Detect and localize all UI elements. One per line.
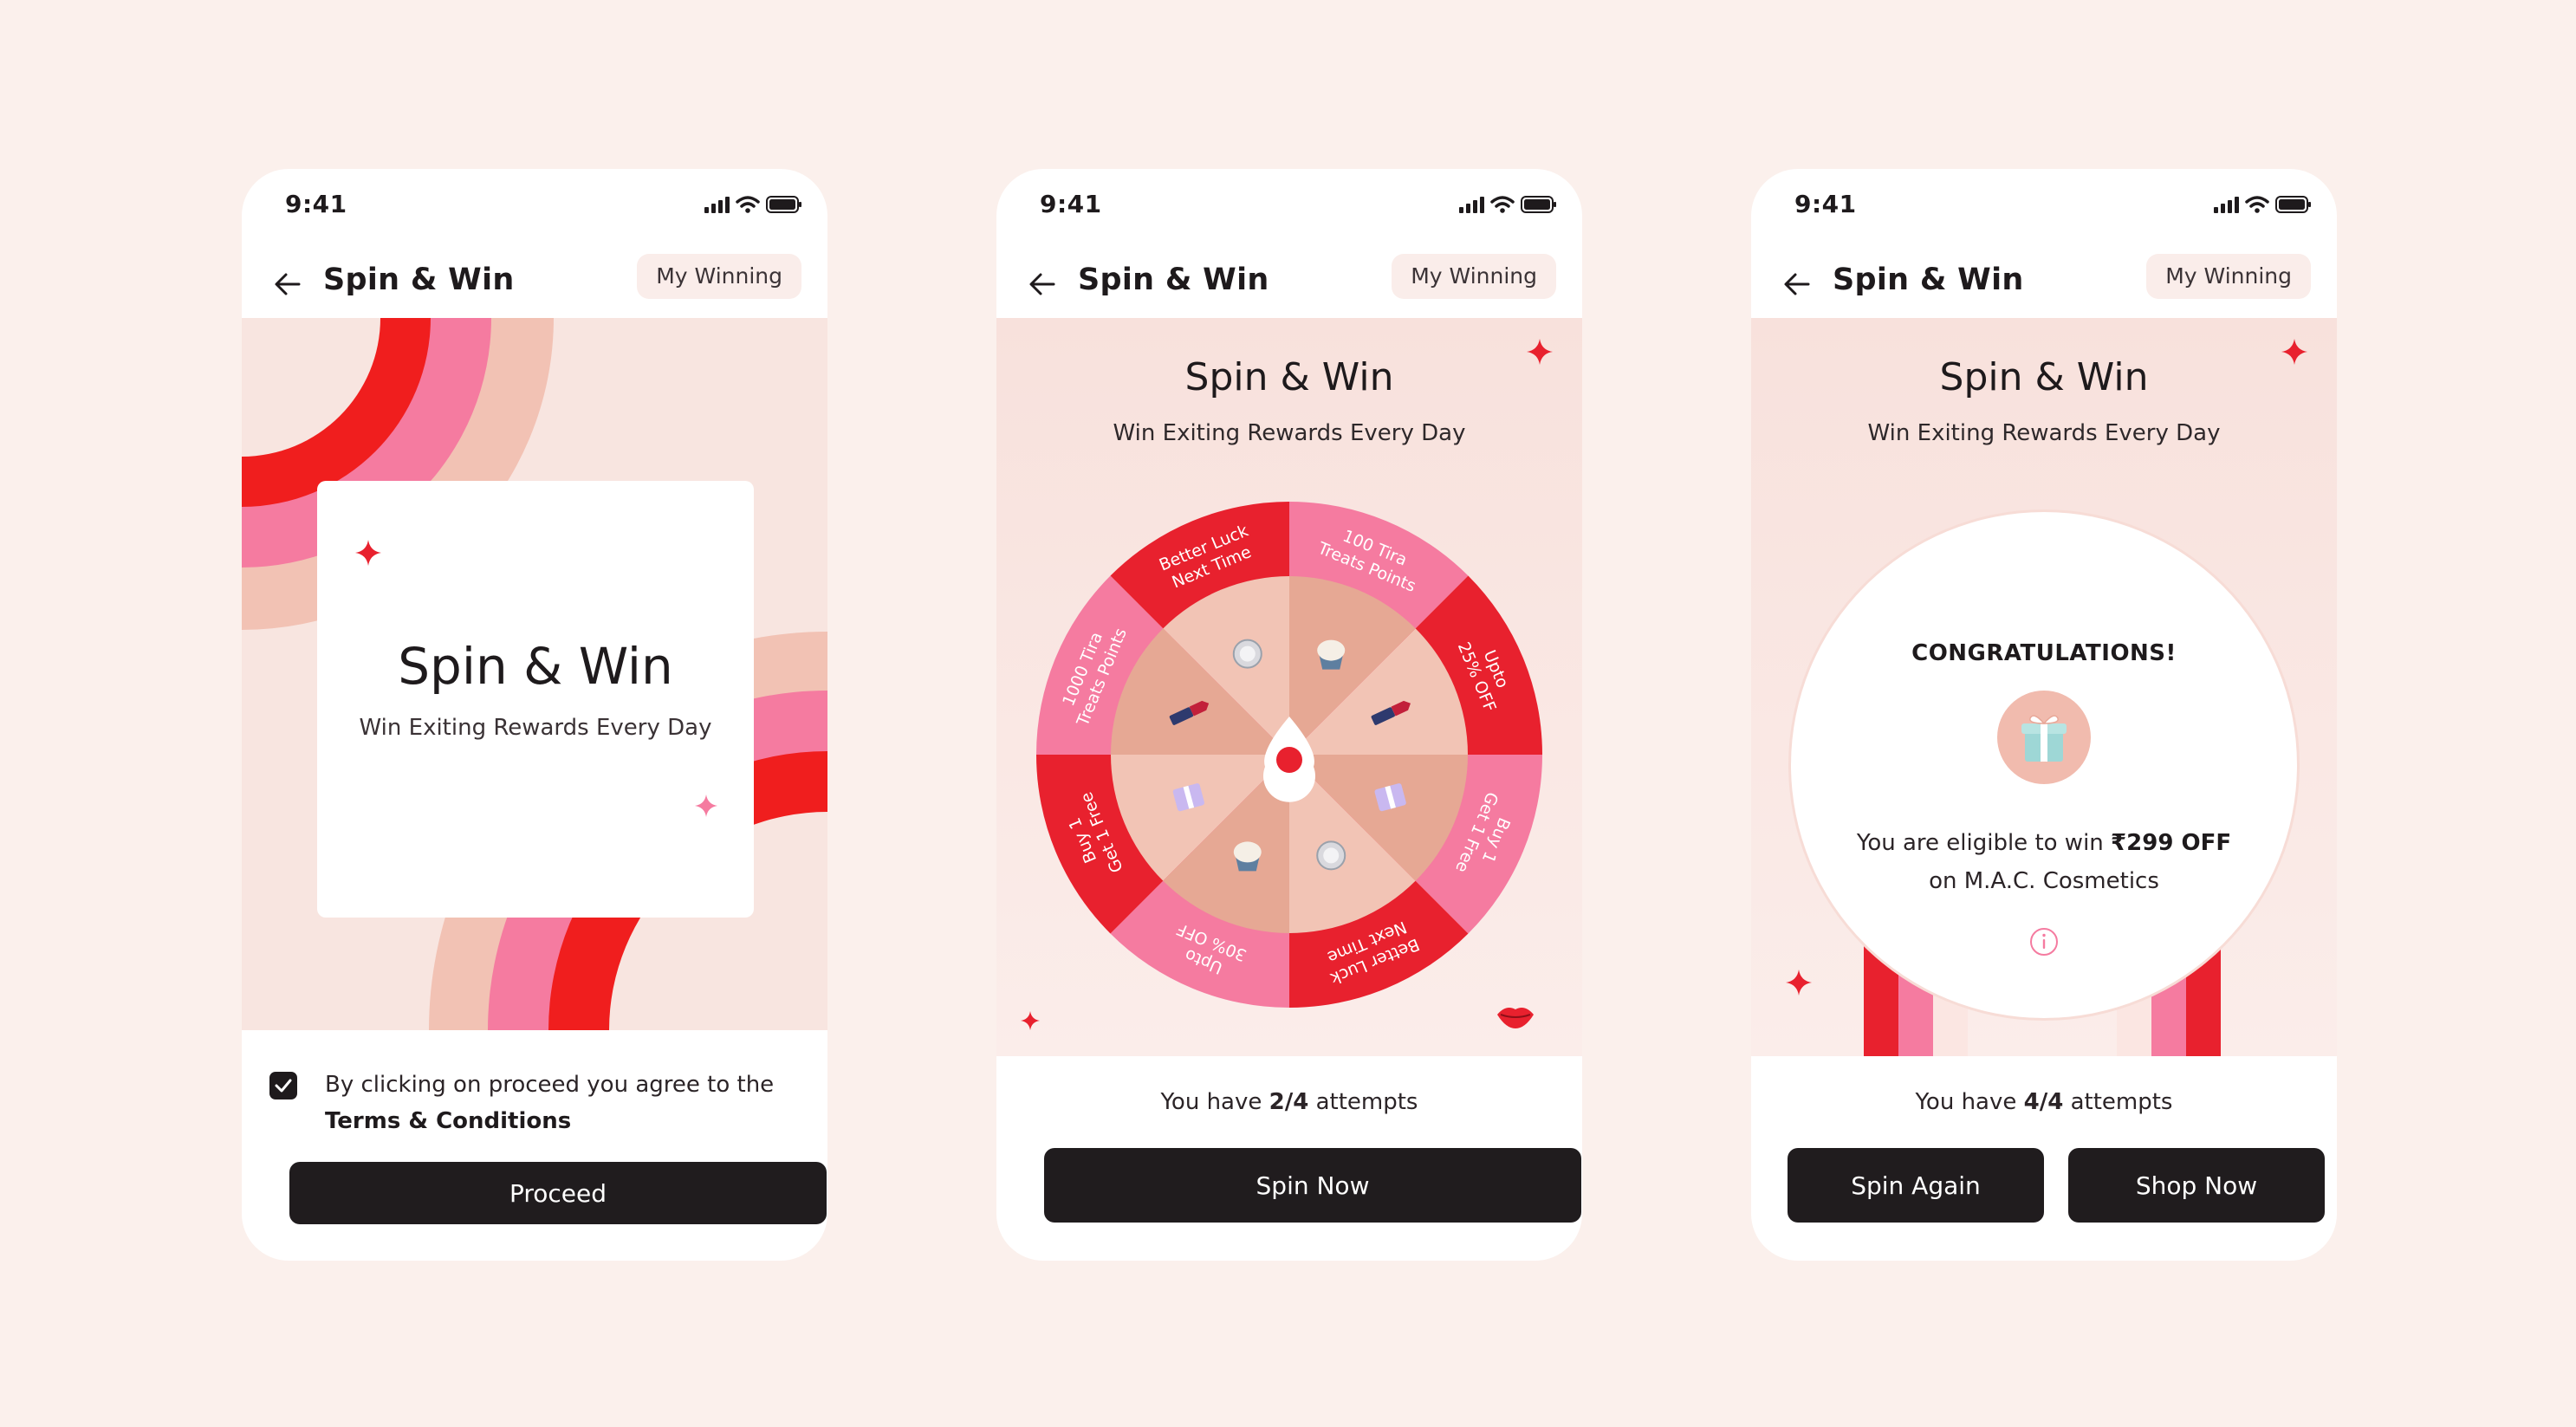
congratulations-card: CONGRATULATIONS! You are eligible to win… — [1791, 512, 2297, 1018]
eligible-text: You are eligible to win — [1856, 830, 2112, 856]
hero-subtitle: Win Exiting Rewards Every Day — [1113, 420, 1466, 446]
attempts-text: You have 2/4 attempts — [996, 1089, 1582, 1115]
terms-text: By clicking on proceed you agree to the … — [325, 1067, 810, 1139]
status-icons — [2214, 195, 2311, 217]
gift-badge — [1997, 691, 2091, 784]
compact-icon — [1232, 639, 1262, 669]
hero-title: Spin & Win — [1939, 355, 2149, 399]
my-winning-button[interactable]: My Winning — [1392, 254, 1556, 299]
intro-banner: Spin & Win Win Exiting Rewards Every Day — [242, 318, 827, 1030]
sparkle-icon — [1527, 339, 1553, 365]
sparkle-icon — [1021, 1011, 1040, 1030]
my-winning-button[interactable]: My Winning — [637, 254, 801, 299]
attempts-prefix: You have — [1160, 1089, 1269, 1115]
attempts-count: 4/4 — [2023, 1089, 2064, 1115]
hero-title: Spin & Win — [1184, 355, 1394, 399]
app-title: Spin & Win — [1833, 263, 2024, 297]
proceed-button[interactable]: Proceed — [289, 1162, 827, 1224]
spin-now-button[interactable]: Spin Now — [1044, 1148, 1581, 1223]
intro-card: Spin & Win Win Exiting Rewards Every Day — [317, 481, 754, 918]
app-bar: Spin & Win My Winning — [1751, 252, 2337, 316]
status-bar: 9:41 — [1751, 169, 2337, 238]
wheel-center-dot — [1276, 747, 1302, 773]
terms-checkbox[interactable] — [269, 1072, 297, 1099]
status-bar: 9:41 — [242, 169, 827, 238]
terms-conditions-link[interactable]: Terms & Conditions — [325, 1108, 571, 1134]
status-time: 9:41 — [285, 190, 347, 218]
back-arrow-icon[interactable] — [271, 268, 304, 301]
gift-icon — [2021, 715, 2067, 762]
attempts-suffix: attempts — [1308, 1089, 1418, 1115]
phone-screen-wheel: 9:41 Spin & Win My Winning Spin & Win Wi… — [996, 169, 1582, 1261]
prize-message: You are eligible to win ₹299 OFF on M.A.… — [1843, 824, 2245, 900]
compact-icon — [1316, 840, 1346, 871]
phone-screen-intro: 9:41 Spin & Win My Winning Spin & Win Wi… — [242, 169, 827, 1261]
card-title: Spin & Win — [398, 637, 673, 696]
congrats-title: CONGRATULATIONS! — [1911, 640, 2177, 666]
attempts-count: 2/4 — [1269, 1089, 1309, 1115]
sparkle-icon — [2281, 339, 2307, 365]
terms-statement: By clicking on proceed you agree to the — [325, 1072, 775, 1098]
spin-again-button[interactable]: Spin Again — [1788, 1148, 2044, 1223]
brand-text: on M.A.C. Cosmetics — [1929, 868, 2159, 894]
status-icons — [704, 195, 801, 217]
card-subtitle: Win Exiting Rewards Every Day — [359, 715, 712, 741]
app-title: Spin & Win — [1078, 263, 1269, 297]
back-arrow-icon[interactable] — [1026, 268, 1059, 301]
spin-wheel[interactable]: 100 TiraTreats PointsUpto25% OFFBuy 1Get… — [1035, 500, 1544, 1009]
app-title: Spin & Win — [323, 263, 515, 297]
info-icon[interactable] — [2028, 926, 2060, 957]
phone-screen-result: 9:41 Spin & Win My Winning Spin & Win Wi… — [1751, 169, 2337, 1261]
signal-wifi-battery-icon — [704, 196, 801, 213]
prize-amount: ₹299 OFF — [2111, 830, 2232, 856]
app-bar: Spin & Win My Winning — [242, 252, 827, 316]
signal-wifi-battery-icon — [1459, 196, 1556, 213]
wheel-area: Spin & Win Win Exiting Rewards Every Day… — [996, 318, 1582, 1056]
attempts-text: You have 4/4 attempts — [1751, 1089, 2337, 1115]
signal-wifi-battery-icon — [2214, 196, 2311, 213]
my-winning-button[interactable]: My Winning — [2146, 254, 2311, 299]
status-time: 9:41 — [1794, 190, 1857, 218]
hero-subtitle: Win Exiting Rewards Every Day — [1867, 420, 2221, 446]
app-bar: Spin & Win My Winning — [996, 252, 1582, 316]
result-area: Spin & Win Win Exiting Rewards Every Day… — [1751, 318, 2337, 1056]
sparkle-icon — [355, 540, 381, 566]
checkmark-icon — [275, 1079, 292, 1093]
status-icons — [1459, 195, 1556, 217]
attempts-suffix: attempts — [2063, 1089, 2173, 1115]
status-time: 9:41 — [1040, 190, 1102, 218]
shop-now-button[interactable]: Shop Now — [2068, 1148, 2325, 1223]
back-arrow-icon[interactable] — [1781, 268, 1814, 301]
status-bar: 9:41 — [996, 169, 1582, 238]
attempts-prefix: You have — [1915, 1089, 2024, 1115]
sparkle-icon — [1786, 970, 1812, 996]
sparkle-icon — [695, 795, 717, 817]
